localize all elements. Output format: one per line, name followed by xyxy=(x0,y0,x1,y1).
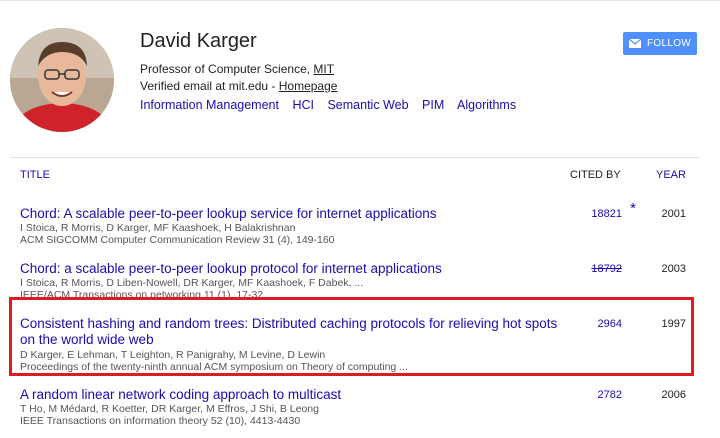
article-authors: T Ho, M Médard, R Koetter, DR Karger, M … xyxy=(20,403,319,415)
email-text: Verified email at mit.edu - xyxy=(140,79,279,93)
article-authors: I Stoica, R Morris, D Liben-Nowell, DR K… xyxy=(20,277,364,289)
star-marker: * xyxy=(630,200,636,217)
table-row: A random linear network coding approach … xyxy=(10,387,700,431)
interest-pim[interactable]: PIM xyxy=(422,98,444,112)
follow-label: FOLLOW xyxy=(646,38,692,49)
article-venue: IEEE Transactions on information theory … xyxy=(20,415,301,427)
article-year: 2006 xyxy=(661,389,686,401)
article-title[interactable]: Chord: A scalable peer-to-peer lookup se… xyxy=(20,206,565,222)
profile-name: David Karger xyxy=(140,30,257,52)
cited-by-count[interactable]: 18792 xyxy=(591,263,622,275)
column-header-year[interactable]: YEAR xyxy=(656,169,686,181)
article-venue: ACM SIGCOMM Computer Communication Revie… xyxy=(20,234,335,246)
profile-avatar xyxy=(10,28,114,132)
envelope-icon xyxy=(628,39,641,48)
interest-hci[interactable]: HCI xyxy=(292,98,314,112)
column-header-cited-by: CITED BY xyxy=(570,169,621,181)
top-divider xyxy=(0,0,720,1)
highlight-box xyxy=(9,297,694,376)
interest-information-management[interactable]: Information Management xyxy=(140,98,279,112)
article-year: 2001 xyxy=(661,208,686,220)
column-header-title[interactable]: TITLE xyxy=(20,169,50,181)
affiliation-link[interactable]: MIT xyxy=(313,62,334,76)
follow-button[interactable]: FOLLOW xyxy=(623,32,697,55)
article-title[interactable]: Chord: a scalable peer-to-peer lookup pr… xyxy=(20,261,565,277)
article-title[interactable]: A random linear network coding approach … xyxy=(20,387,565,403)
cited-by-count[interactable]: 18821 xyxy=(591,208,622,220)
research-interests: Information Management HCI Semantic Web … xyxy=(140,98,526,112)
interest-semantic-web[interactable]: Semantic Web xyxy=(327,98,408,112)
article-authors: I Stoica, R Morris, D Karger, MF Kaashoe… xyxy=(20,222,296,234)
table-row: Chord: A scalable peer-to-peer lookup se… xyxy=(10,200,700,250)
article-year: 2003 xyxy=(661,263,686,275)
profile-email: Verified email at mit.edu - Homepage xyxy=(140,79,337,93)
homepage-link[interactable]: Homepage xyxy=(279,79,338,93)
header-divider xyxy=(10,157,700,158)
cited-by-count[interactable]: 2782 xyxy=(598,389,622,401)
interest-algorithms[interactable]: Algorithms xyxy=(457,98,516,112)
affiliation-text: Professor of Computer Science, xyxy=(140,62,314,76)
profile-affiliation: Professor of Computer Science, MIT xyxy=(140,62,334,76)
